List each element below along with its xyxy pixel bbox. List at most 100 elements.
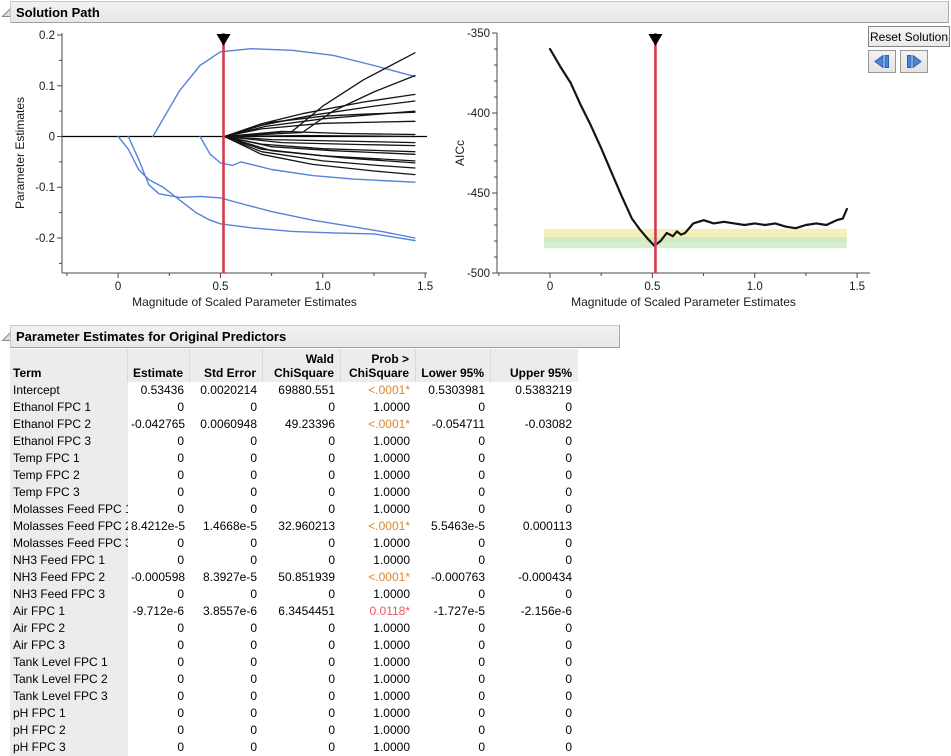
table-row[interactable]: Molasses Feed FPC 10001.000000	[10, 501, 578, 518]
cell-term: Intercept	[10, 382, 128, 399]
column-header-text: Upper 95%	[494, 366, 572, 380]
table-body: Intercept0.534360.002021469880.551<.0001…	[10, 382, 578, 756]
cell-estimate: 0	[128, 535, 190, 552]
column-header-estimate[interactable]: Estimate	[128, 349, 190, 382]
table-row[interactable]: Air FPC 1-9.712e-63.8557e-66.34544510.01…	[10, 603, 578, 620]
cell-std-error: 0	[190, 399, 263, 416]
table-row[interactable]: NH3 Feed FPC 2-0.0005988.3927e-550.85193…	[10, 569, 578, 586]
table-row[interactable]: Temp FPC 20001.000000	[10, 467, 578, 484]
table-row[interactable]: pH FPC 10001.000000	[10, 705, 578, 722]
x-axis-label: Magnitude of Scaled Parameter Estimates	[132, 295, 357, 309]
cell-wald-chisquare: 0	[263, 552, 341, 569]
cell-estimate: 0	[128, 654, 190, 671]
table-row[interactable]: Tank Level FPC 10001.000000	[10, 654, 578, 671]
cell-estimate: 0	[128, 552, 190, 569]
cell-wald-chisquare: 0	[263, 450, 341, 467]
x-axis-tick-label: 1.5	[849, 281, 865, 293]
cell-upper-95: 0	[491, 484, 578, 501]
solution-path-line[interactable]	[550, 49, 847, 246]
column-header-wald-chisquare[interactable]: WaldChiSquare	[263, 349, 341, 382]
cell-std-error: 0	[190, 671, 263, 688]
cell-wald-chisquare: 0	[263, 620, 341, 637]
table-row[interactable]: NH3 Feed FPC 10001.000000	[10, 552, 578, 569]
table-row[interactable]: Temp FPC 30001.000000	[10, 484, 578, 501]
cell-estimate: 0	[128, 705, 190, 722]
column-header-upper-95[interactable]: Upper 95%	[491, 349, 578, 382]
table-row[interactable]: Tank Level FPC 30001.000000	[10, 688, 578, 705]
column-header-prob-chisquare[interactable]: Prob >ChiSquare	[341, 349, 416, 382]
cell-lower-95: 0	[416, 620, 491, 637]
column-header-text: Std Error	[193, 366, 256, 380]
cell-lower-95: -0.000763	[416, 569, 491, 586]
cell-std-error: 0	[190, 450, 263, 467]
cell-upper-95: 0	[491, 705, 578, 722]
table-row[interactable]: Ethanol FPC 2-0.0427650.006094849.23396<…	[10, 416, 578, 433]
solution-path-line[interactable]	[128, 137, 415, 239]
cell-term: NH3 Feed FPC 2	[10, 569, 128, 586]
cell-wald-chisquare: 6.3454451	[263, 603, 341, 620]
table-row[interactable]: pH FPC 20001.000000	[10, 722, 578, 739]
cell-prob-chisquare: 1.0000	[341, 688, 416, 705]
cell-estimate: 8.4212e-5	[128, 518, 190, 535]
table-row[interactable]: Molasses Feed FPC 28.4212e-51.4668e-532.…	[10, 518, 578, 535]
x-axis-label: Magnitude of Scaled Parameter Estimates	[571, 295, 796, 309]
column-header-lower-95[interactable]: Lower 95%	[416, 349, 491, 382]
cell-prob-chisquare: 1.0000	[341, 535, 416, 552]
cell-term: Tank Level FPC 3	[10, 688, 128, 705]
cell-term: pH FPC 1	[10, 705, 128, 722]
x-axis-tick-label: 0	[547, 281, 553, 293]
selection-arrow-marker[interactable]	[648, 34, 662, 46]
cell-estimate: 0	[128, 450, 190, 467]
jmp-report-window: { "colors": { "path_blue": "#5583dc", "p…	[0, 0, 951, 755]
cell-term: pH FPC 3	[10, 739, 128, 756]
cell-wald-chisquare: 50.851939	[263, 569, 341, 586]
cell-lower-95: 0	[416, 671, 491, 688]
table-row[interactable]: NH3 Feed FPC 30001.000000	[10, 586, 578, 603]
cell-upper-95: 0	[491, 637, 578, 654]
step-forward-button[interactable]	[900, 50, 928, 73]
reset-solution-button[interactable]: Reset Solution	[868, 26, 950, 47]
cell-std-error: 3.8557e-6	[190, 603, 263, 620]
parameter-estimates-outline-bar[interactable]: Parameter Estimates for Original Predict…	[10, 325, 620, 348]
solution-path-outline-bar[interactable]: Solution Path	[10, 1, 949, 23]
table-row[interactable]: pH FPC 30001.000000	[10, 739, 578, 756]
cell-upper-95: -2.156e-6	[491, 603, 578, 620]
column-header-std-error[interactable]: Std Error	[190, 349, 263, 382]
y-axis-tick-label: -500	[467, 268, 490, 280]
cell-std-error: 0	[190, 637, 263, 654]
cell-estimate: 0	[128, 722, 190, 739]
cell-wald-chisquare: 32.960213	[263, 518, 341, 535]
table-row[interactable]: Intercept0.534360.002021469880.551<.0001…	[10, 382, 578, 399]
cell-term: pH FPC 2	[10, 722, 128, 739]
cell-estimate: 0	[128, 620, 190, 637]
selection-arrow-marker[interactable]	[217, 34, 231, 46]
step-backward-button[interactable]	[868, 50, 896, 73]
cell-term: Molasses Feed FPC 3	[10, 535, 128, 552]
cell-std-error: 0	[190, 586, 263, 603]
parameter-estimates-path-plot[interactable]: 00.51.01.50.20.10-0.1-0.2Parameter Estim…	[8, 25, 445, 317]
column-header-term[interactable]: Term	[10, 349, 128, 382]
cell-std-error: 0	[190, 552, 263, 569]
table-row[interactable]: Ethanol FPC 30001.000000	[10, 433, 578, 450]
table-row[interactable]: Tank Level FPC 20001.000000	[10, 671, 578, 688]
cell-lower-95: 0	[416, 705, 491, 722]
x-axis-tick-label: 1.0	[315, 281, 331, 293]
cell-std-error: 0	[190, 467, 263, 484]
cell-lower-95: 0	[416, 552, 491, 569]
table-row[interactable]: Air FPC 20001.000000	[10, 620, 578, 637]
cell-std-error: 0	[190, 654, 263, 671]
cell-lower-95: 0	[416, 637, 491, 654]
cell-std-error: 0	[190, 688, 263, 705]
table-row[interactable]: Molasses Feed FPC 30001.000000	[10, 535, 578, 552]
cell-upper-95: 0	[491, 535, 578, 552]
cell-wald-chisquare: 0	[263, 637, 341, 654]
cell-upper-95: 0.5383219	[491, 382, 578, 399]
table-row[interactable]: Temp FPC 10001.000000	[10, 450, 578, 467]
cell-estimate: 0.53436	[128, 382, 190, 399]
aicc-validation-plot[interactable]: 00.51.01.5-350-400-450-500AICcMagnitude …	[450, 25, 880, 317]
cell-estimate: 0	[128, 688, 190, 705]
table-row[interactable]: Air FPC 30001.000000	[10, 637, 578, 654]
cell-term: Ethanol FPC 3	[10, 433, 128, 450]
step-backward-icon	[874, 55, 890, 68]
table-row[interactable]: Ethanol FPC 10001.000000	[10, 399, 578, 416]
